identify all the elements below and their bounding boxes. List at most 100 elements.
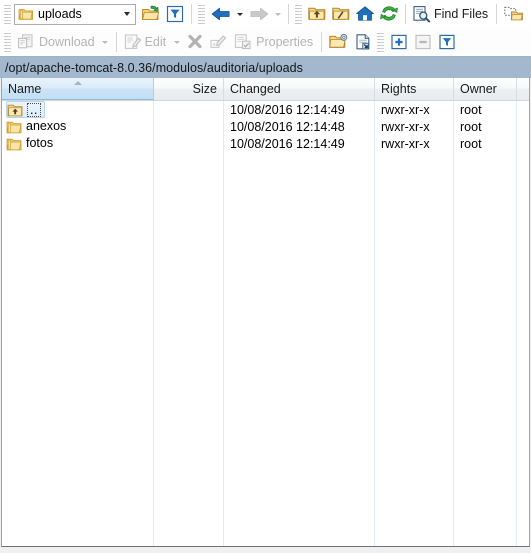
column-header-name-label: Name — [8, 81, 42, 96]
properties-label: Properties — [256, 35, 314, 49]
toolbar-separator-4 — [496, 4, 498, 24]
toolbar-grip-3[interactable] — [295, 4, 302, 24]
column-header-name[interactable]: Name — [2, 78, 154, 100]
download-button: Download — [14, 30, 99, 54]
toolbar-separator-3 — [405, 4, 406, 24]
back-button[interactable] — [208, 2, 234, 26]
rename-icon: x — [210, 35, 227, 48]
file-size — [154, 118, 224, 135]
select-button[interactable] — [387, 30, 411, 54]
file-name-cell[interactable]: .. — [6, 101, 45, 118]
edit-button: Edit — [121, 30, 171, 54]
file-changed: 10/08/2016 12:14:49 — [230, 136, 345, 151]
column-header-rights-label: Rights — [381, 82, 417, 96]
toolbar-grip[interactable] — [4, 4, 11, 24]
file-size — [154, 135, 224, 152]
file-size — [154, 101, 224, 118]
file-changed: 10/08/2016 12:14:48 — [230, 119, 345, 134]
file-owner: root — [460, 119, 482, 134]
download-label: Download — [39, 35, 95, 49]
toolbar-separator — [191, 4, 192, 24]
folder-icon — [6, 120, 22, 134]
sort-ascending-icon — [73, 81, 82, 85]
parent-folder-icon — [7, 103, 23, 117]
find-files-icon — [413, 6, 431, 23]
file-owner: root — [460, 136, 482, 151]
properties-button: Properties — [231, 30, 317, 54]
home-icon[interactable] — [353, 2, 377, 26]
minus-unselect-icon — [415, 34, 431, 50]
new-file-button[interactable] — [351, 30, 375, 54]
table-row[interactable]: anexos 10/08/2016 12:14:48 rwxr-xr-x roo… — [2, 118, 529, 135]
find-files-label: Find Files — [434, 7, 489, 21]
toolbar-grip-4[interactable] — [4, 32, 11, 52]
plus-select-icon — [391, 34, 407, 50]
file-name: anexos — [26, 119, 67, 133]
file-rights: rwxr-xr-x — [381, 119, 430, 134]
column-header-filler — [517, 78, 529, 100]
new-file-icon — [356, 34, 369, 50]
folder-icon — [18, 7, 34, 21]
edit-pencil-icon — [124, 34, 141, 49]
navigation-toolbar: uploads Find Files — [0, 0, 531, 29]
window-footer — [0, 547, 531, 553]
file-name-cell[interactable]: fotos — [6, 135, 56, 152]
file-name: fotos — [26, 136, 54, 150]
unselect-button — [411, 30, 435, 54]
delete-x-icon — [188, 34, 202, 49]
file-manager-panel: uploads Find Files Download Edit x Prope… — [0, 0, 531, 553]
forward-history-button — [272, 2, 284, 26]
refresh-icon[interactable] — [377, 2, 401, 26]
toolbar-separator-6 — [321, 32, 323, 52]
table-row[interactable]: .. 10/08/2016 12:14:49 rwxr-xr-x root — [2, 101, 529, 118]
chevron-down-icon[interactable] — [118, 5, 135, 24]
root-directory-button[interactable] — [329, 2, 353, 26]
folder-icon — [6, 137, 22, 151]
file-list: Name Size Changed Rights Owner .. 10/08/… — [1, 78, 530, 547]
parent-directory-button[interactable] — [305, 2, 329, 26]
back-history-button[interactable] — [234, 2, 246, 26]
current-path-bar[interactable]: /opt/apache-tomcat-8.0.36/modulos/audito… — [0, 56, 531, 78]
column-header-changed[interactable]: Changed — [224, 78, 375, 100]
file-rights: rwxr-xr-x — [381, 136, 430, 151]
path-combo-value: uploads — [38, 7, 82, 21]
filter-button[interactable] — [163, 2, 187, 26]
file-owner: root — [460, 102, 482, 117]
new-directory-button[interactable] — [326, 30, 351, 54]
column-header-size[interactable]: Size — [154, 78, 224, 100]
column-header-owner[interactable]: Owner — [454, 78, 517, 100]
column-header-rights[interactable]: Rights — [375, 78, 454, 100]
file-name: .. — [27, 102, 41, 117]
file-rights: rwxr-xr-x — [381, 102, 430, 117]
forward-button — [246, 2, 272, 26]
column-header-owner-label: Owner — [460, 82, 497, 96]
sync-browsing-icon[interactable] — [501, 2, 526, 26]
column-guides — [2, 101, 529, 546]
svg-text:x: x — [213, 42, 216, 48]
current-path-text: /opt/apache-tomcat-8.0.36/modulos/audito… — [5, 60, 303, 75]
toolbar-grip-2[interactable] — [198, 4, 205, 24]
edit-dropdown-button — [170, 30, 183, 54]
properties-icon — [235, 34, 251, 50]
file-list-body[interactable]: .. 10/08/2016 12:14:49 rwxr-xr-x root an… — [2, 101, 529, 546]
table-row[interactable]: fotos 10/08/2016 12:14:49 rwxr-xr-x root — [2, 135, 529, 152]
download-dropdown-button — [99, 30, 112, 54]
column-header-changed-label: Changed — [230, 82, 281, 96]
selection-filter-button[interactable] — [435, 30, 459, 54]
selection-funnel-icon — [439, 34, 455, 50]
rename-button: x — [207, 30, 231, 54]
column-header-size-label: Size — [192, 82, 217, 96]
find-files-button[interactable]: Find Files — [410, 2, 492, 26]
file-changed: 10/08/2016 12:14:49 — [230, 102, 345, 117]
file-name-cell[interactable]: anexos — [6, 118, 69, 135]
new-folder-icon — [329, 33, 348, 48]
delete-button — [183, 30, 207, 54]
path-combo[interactable]: uploads — [14, 3, 136, 25]
edit-label: Edit — [144, 35, 167, 49]
file-operations-toolbar: Download Edit x Properties — [0, 29, 531, 56]
toolbar-grip-5[interactable] — [377, 32, 385, 52]
toolbar-separator-2 — [288, 4, 289, 24]
toolbar-separator-5 — [115, 32, 117, 52]
file-list-header: Name Size Changed Rights Owner — [2, 78, 529, 101]
open-directory-button[interactable] — [139, 2, 163, 26]
